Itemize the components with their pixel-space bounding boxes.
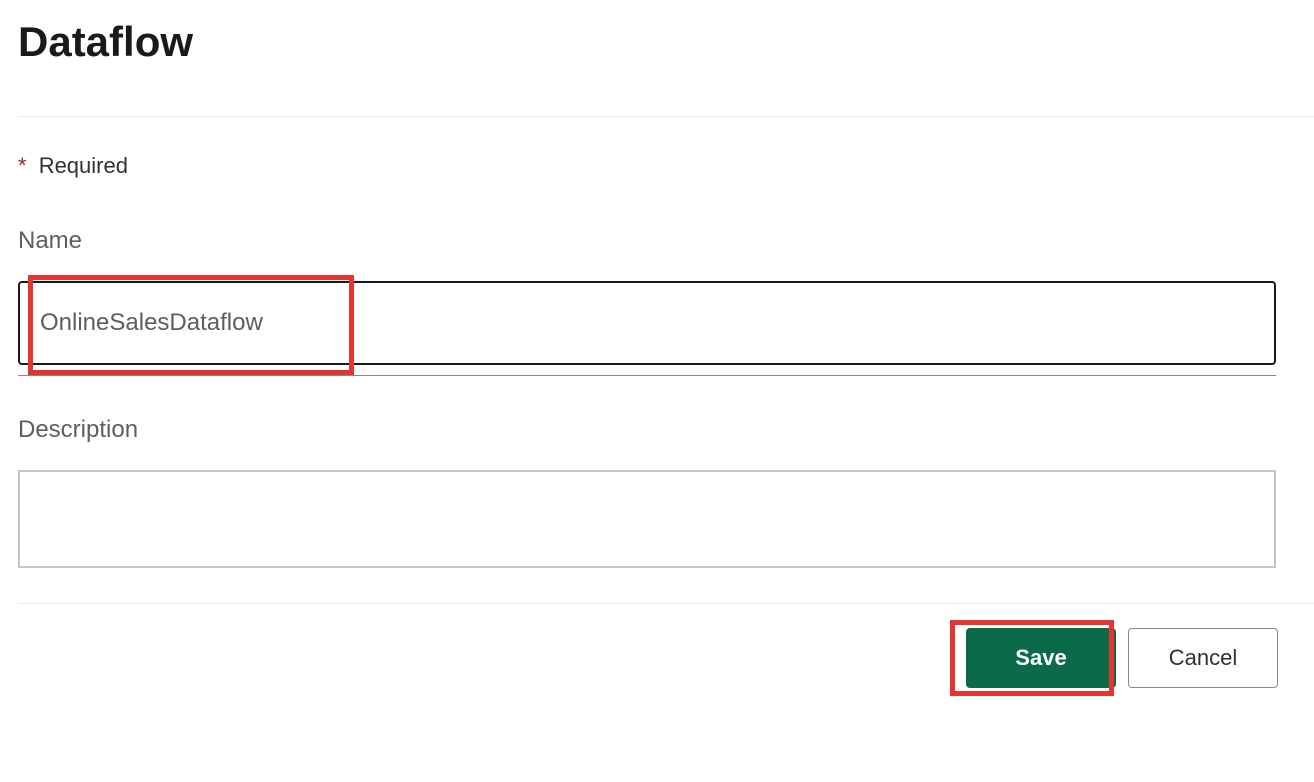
divider-bottom — [18, 603, 1314, 604]
description-label: Description — [18, 416, 1314, 444]
name-underline — [18, 375, 1276, 376]
save-button[interactable]: Save — [966, 628, 1116, 688]
divider-top — [18, 116, 1314, 117]
dataflow-dialog: Dataflow * Required Name Description Sav… — [0, 0, 1314, 688]
button-row: Save Cancel — [18, 628, 1314, 688]
description-textarea[interactable] — [18, 470, 1276, 568]
required-asterisk: * — [18, 153, 27, 178]
dialog-title: Dataflow — [18, 18, 1314, 66]
name-field-wrap — [18, 281, 1314, 376]
required-text: Required — [39, 153, 128, 178]
name-input[interactable] — [18, 281, 1276, 365]
name-label: Name — [18, 227, 1314, 255]
cancel-button[interactable]: Cancel — [1128, 628, 1278, 688]
required-indicator: * Required — [18, 153, 1314, 179]
